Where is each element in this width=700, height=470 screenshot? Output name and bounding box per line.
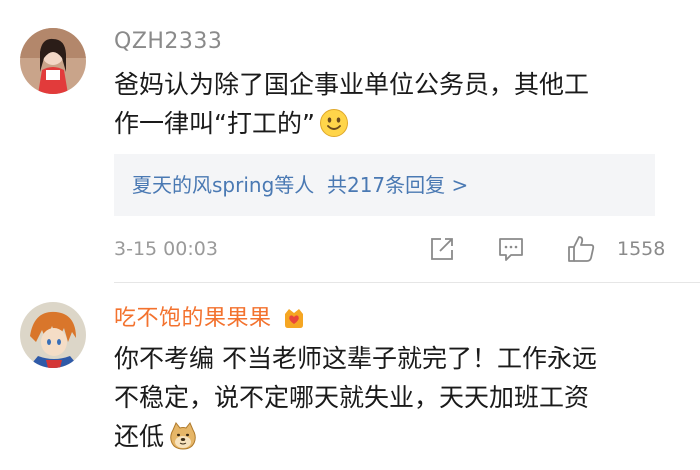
- comment-text-line: 爸妈认为除了国企事业单位公务员，其他工: [114, 70, 590, 99]
- comment-text-line: 作一律叫“打工的”: [114, 104, 674, 149]
- comment-icon[interactable]: [498, 236, 524, 266]
- username[interactable]: QZH2333: [114, 29, 222, 54]
- smiley-emoji-icon: [319, 108, 349, 149]
- reply-names: 夏天的风spring等人: [132, 173, 315, 197]
- doge-emoji-icon: [168, 421, 198, 462]
- username-text: 吃不饱的果果果: [114, 306, 272, 331]
- comment-footer: 3-15 00:03 1558: [114, 236, 674, 264]
- comment-text: 你不考编 不当老师这辈子就完了！工作永远 不稳定，说不定哪天就失业，天天加班工资…: [114, 339, 674, 462]
- crown-heart-badge-icon: [281, 304, 307, 336]
- comment-text-line: 还低: [114, 417, 674, 462]
- username[interactable]: 吃不饱的果果果: [114, 300, 307, 336]
- thumbs-up-icon[interactable]: [566, 234, 596, 268]
- reply-count: 共217条回复 >: [326, 173, 469, 197]
- comment-text: 爸妈认为除了国企事业单位公务员，其他工 作一律叫“打工的”: [114, 65, 674, 149]
- comment-item: QZH2333 爸妈认为除了国企事业单位公务员，其他工 作一律叫“打工的” 夏天…: [0, 0, 700, 283]
- comment-item: 吃不饱的果果果 你不考编 不当老师这辈子就完了！工作永远 不稳定，说不定哪天就失…: [0, 283, 700, 470]
- comment-text-line: 你不考编 不当老师这辈子就完了！工作永远: [114, 344, 597, 373]
- avatar[interactable]: [20, 302, 86, 368]
- timestamp: 3-15 00:03: [114, 238, 218, 260]
- avatar[interactable]: [20, 28, 86, 94]
- like-count: 1558: [617, 238, 666, 260]
- comment-text-segment: 还低: [114, 422, 165, 451]
- comment-text-line: 不稳定，说不定哪天就失业，天天加班工资: [114, 383, 590, 412]
- comment-text-segment: 作一律叫“打工的”: [114, 109, 315, 138]
- replies-link[interactable]: 夏天的风spring等人 共217条回复 >: [114, 154, 655, 216]
- share-icon[interactable]: [429, 236, 455, 266]
